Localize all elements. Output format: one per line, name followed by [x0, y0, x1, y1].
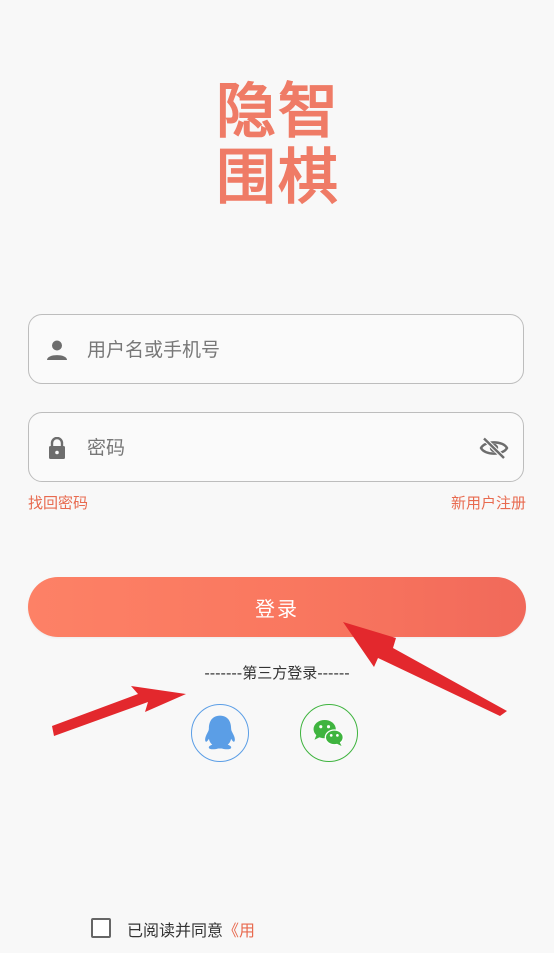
third-party-login-title: -------第三方登录------: [204, 664, 350, 682]
qq-login-button[interactable]: [191, 704, 249, 762]
lock-icon: [46, 436, 68, 459]
logo-char-1: 隐: [216, 77, 276, 147]
password-input[interactable]: [87, 431, 467, 465]
username-field[interactable]: [28, 314, 524, 384]
eye-off-icon[interactable]: [479, 436, 509, 460]
wechat-icon: [313, 719, 344, 747]
app-logo: 隐 智 围 棋: [216, 76, 340, 206]
username-input[interactable]: [87, 333, 467, 367]
forgot-password-link[interactable]: 找回密码: [28, 492, 88, 513]
arrow-to-qq-button: [52, 686, 186, 736]
logo-char-2: 智: [278, 77, 338, 147]
agreement-checkbox[interactable]: [91, 918, 111, 938]
person-icon: [46, 339, 68, 361]
agreement-text: 已阅读并同意《用: [127, 917, 255, 941]
wechat-login-button[interactable]: [300, 704, 358, 762]
user-agreement-link[interactable]: 《用: [223, 921, 255, 940]
logo-char-3: 围: [216, 143, 276, 206]
login-button[interactable]: 登录: [28, 577, 526, 637]
agreement-label: 已阅读并同意: [127, 921, 224, 940]
qq-penguin-icon: [205, 715, 235, 750]
password-field[interactable]: [28, 412, 524, 482]
register-link[interactable]: 新用户注册: [451, 492, 526, 513]
blur-overlay: [268, 900, 554, 953]
logo-char-4: 棋: [278, 143, 338, 206]
